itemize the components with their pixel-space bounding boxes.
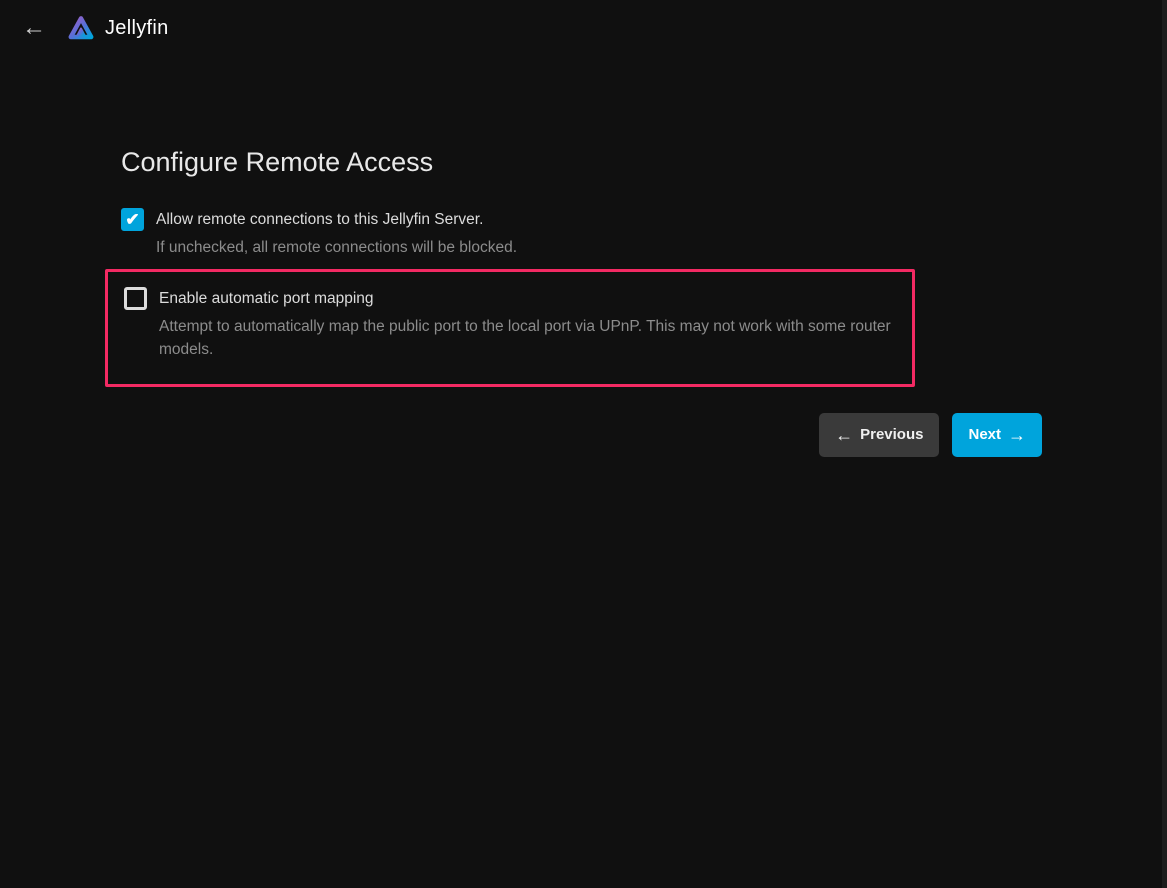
back-arrow-icon: ← — [22, 16, 46, 40]
top-header-bar: ← Jellyfin — [0, 0, 1167, 56]
next-button-label: Next — [968, 426, 1001, 443]
back-button[interactable]: ← — [16, 10, 52, 46]
option-text: Allow remote connections to this Jellyfi… — [156, 208, 517, 259]
arrow-left-icon: ← — [835, 426, 853, 444]
previous-button-label: Previous — [860, 426, 923, 443]
annotation-highlight-box: ✔ Enable automatic port mapping Attempt … — [105, 269, 915, 387]
wizard-content: Configure Remote Access ✔ Allow remote c… — [121, 56, 1046, 457]
allow-remote-connections-checkbox[interactable]: ✔ — [121, 208, 144, 231]
jellyfin-logo-icon — [66, 12, 96, 44]
arrow-right-icon: → — [1008, 426, 1026, 444]
enable-port-mapping-description: Attempt to automatically map the public … — [159, 315, 912, 361]
previous-button[interactable]: ← Previous — [819, 413, 939, 457]
app-name: Jellyfin — [105, 17, 169, 40]
page-title: Configure Remote Access — [121, 146, 1046, 180]
option-text: Enable automatic port mapping Attempt to… — [159, 287, 912, 361]
checkmark-icon: ✔ — [125, 211, 139, 228]
allow-remote-connections-description: If unchecked, all remote connections wil… — [156, 236, 517, 259]
scrollbar-track[interactable] — [1162, 0, 1167, 888]
remote-connections-option: ✔ Allow remote connections to this Jelly… — [121, 208, 1046, 259]
enable-port-mapping-label[interactable]: Enable automatic port mapping — [159, 287, 912, 310]
allow-remote-connections-label[interactable]: Allow remote connections to this Jellyfi… — [156, 208, 517, 231]
next-button[interactable]: Next → — [952, 413, 1042, 457]
brand: Jellyfin — [66, 12, 169, 44]
port-mapping-option: ✔ Enable automatic port mapping Attempt … — [124, 287, 912, 361]
wizard-navigation: ← Previous Next → — [121, 413, 1046, 457]
enable-port-mapping-checkbox[interactable]: ✔ — [124, 287, 147, 310]
